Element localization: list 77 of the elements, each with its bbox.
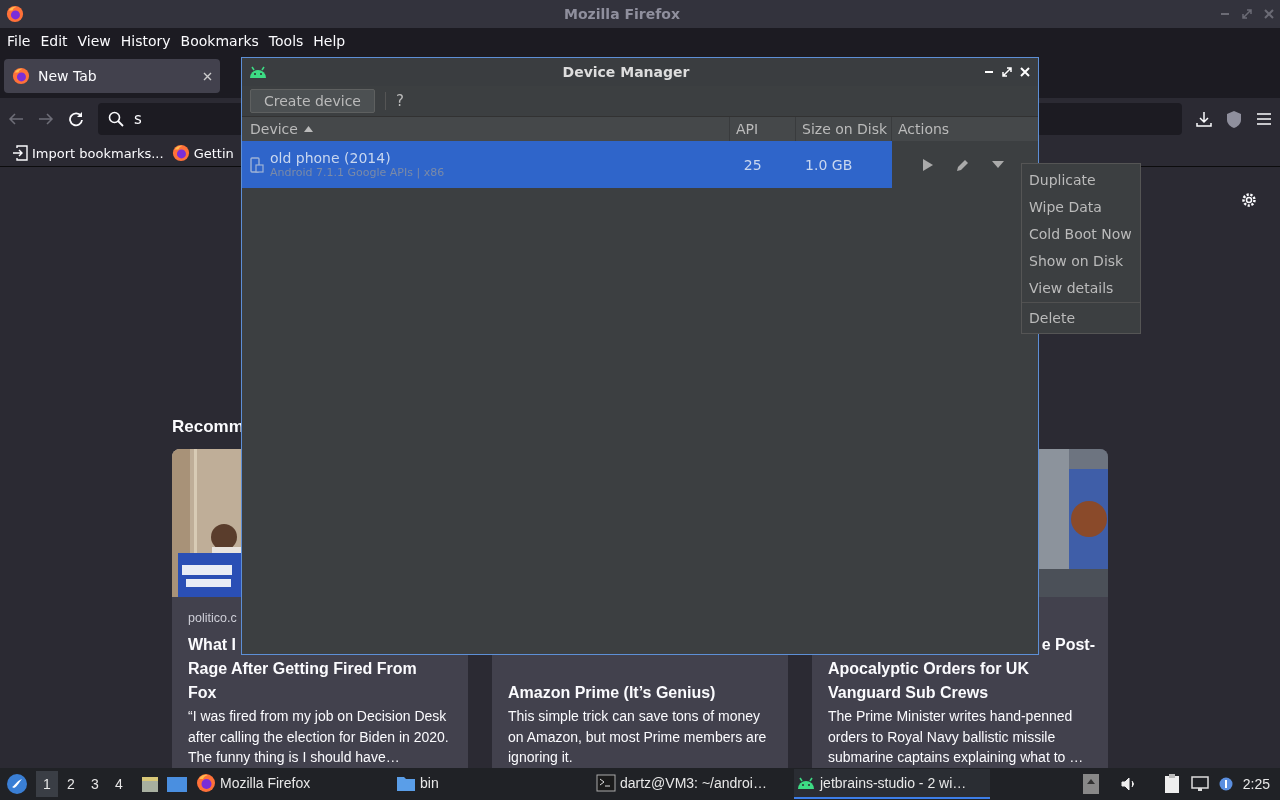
story-source: politico.c (188, 611, 237, 627)
menu-item[interactable]: Bookmarks (175, 33, 264, 49)
create-device-button[interactable]: Create device (250, 89, 375, 113)
column-header[interactable]: Actions (892, 117, 1032, 141)
taskbar-task[interactable]: jetbrains-studio - 2 wi… (794, 769, 990, 799)
speaker-icon[interactable] (1120, 776, 1137, 792)
size-cell-text: 1.0 GB (804, 156, 854, 173)
forward-icon[interactable] (38, 111, 54, 127)
story-description: The Prime Minister writes hand-penned orders to Royal Navy ballistic missile submarine captains explaining what to … (828, 707, 1085, 767)
workspace-button[interactable]: 1 (36, 771, 58, 797)
taskbar-task[interactable]: Mozilla Firefox (194, 769, 390, 799)
device-row[interactable]: old phone (2014) Android 7.1.1 Google APIs | x86 25 1.0 GB (242, 141, 892, 188)
menu-item[interactable]: File (2, 33, 36, 49)
menu-item[interactable]: Help (308, 33, 351, 49)
section-heading: Recomm (172, 417, 244, 437)
menu-item[interactable]: Wipe Data (1022, 193, 1140, 220)
help-button[interactable]: ? (384, 92, 404, 110)
menu-item[interactable]: Tools (263, 33, 309, 49)
reload-icon[interactable] (68, 111, 84, 127)
story-title: What I (188, 635, 236, 655)
file-cabinet-icon[interactable] (140, 774, 160, 794)
window-title: Mozilla Firefox (563, 6, 681, 22)
taskbar-task[interactable]: bin (394, 769, 590, 799)
settings-icon[interactable] (1240, 191, 1258, 209)
network-icon[interactable] (1190, 776, 1209, 792)
back-icon[interactable] (8, 111, 24, 127)
browser-tab[interactable]: New Tab (4, 59, 220, 93)
import-icon (12, 145, 28, 161)
menu-icon[interactable] (1256, 112, 1272, 126)
menu-item[interactable]: Edit (35, 33, 73, 49)
device-name: old phone (2014) (270, 150, 392, 166)
story-title: e Post- (1041, 635, 1095, 655)
story-description: This simple trick can save tons of money on Amazon, but most Prime members are ignoring it. (508, 707, 768, 767)
start-menu-icon[interactable] (6, 773, 28, 795)
folder-icon (396, 774, 416, 792)
workspace-button[interactable]: 2 (60, 771, 82, 797)
story-title: Fox (188, 683, 217, 703)
device-details: Android 7.1.1 Google APIs | x86 (270, 166, 445, 179)
menu-item[interactable]: Delete (1022, 304, 1140, 331)
menu-item[interactable]: View (72, 33, 116, 49)
firefox-icon (196, 773, 216, 793)
terminal-icon (596, 774, 616, 792)
desktop-icon[interactable] (166, 775, 188, 793)
firefox-icon (171, 144, 190, 162)
download-icon[interactable] (1196, 111, 1212, 127)
clock: 2:25 (1242, 776, 1270, 792)
pencil-icon[interactable] (956, 157, 970, 172)
menu-item[interactable]: History (115, 33, 176, 49)
story-title: Apocalyptic Orders for UK (828, 659, 1029, 679)
shield-icon[interactable] (1226, 110, 1242, 128)
menu-item[interactable]: Show on Disk (1022, 247, 1140, 274)
android-icon (248, 65, 268, 79)
dialog-title: Device Manager (561, 64, 691, 80)
firefox-icon (6, 5, 24, 23)
menu-item[interactable]: Cold Boot Now (1022, 220, 1140, 247)
dropdown-caret-icon[interactable] (992, 161, 1004, 168)
workspace-button[interactable]: 4 (108, 771, 130, 797)
close-tab-icon[interactable] (203, 71, 212, 81)
api-cell-text: 25 (742, 156, 763, 173)
eject-icon[interactable] (1082, 774, 1099, 794)
story-title: Amazon Prime (It’s Genius) (508, 683, 716, 703)
menu-item[interactable]: View details (1022, 274, 1140, 301)
notification-icon[interactable] (1218, 777, 1233, 791)
search-icon (108, 111, 124, 127)
phone-icon (250, 156, 264, 173)
workspace-button[interactable]: 3 (84, 771, 106, 797)
story-description: “I was fired from my job on Decision Desk after calling the election for Biden in 2020. The funny thing is I should have… (188, 707, 450, 767)
clipboard-icon[interactable] (1162, 774, 1181, 794)
menu-item[interactable]: Duplicate (1022, 166, 1140, 193)
bookmark-item[interactable]: Gettin (171, 144, 234, 162)
firefox-icon (12, 67, 30, 85)
story-title: Rage After Getting Fired From (188, 659, 417, 679)
bookmark-item[interactable]: Import bookmarks... (12, 145, 164, 161)
story-title: Vanguard Sub Crews (828, 683, 989, 703)
taskbar-task[interactable]: dartz@VM3: ~/androi… (594, 769, 790, 799)
android-icon (796, 776, 816, 790)
play-icon[interactable] (922, 157, 934, 172)
